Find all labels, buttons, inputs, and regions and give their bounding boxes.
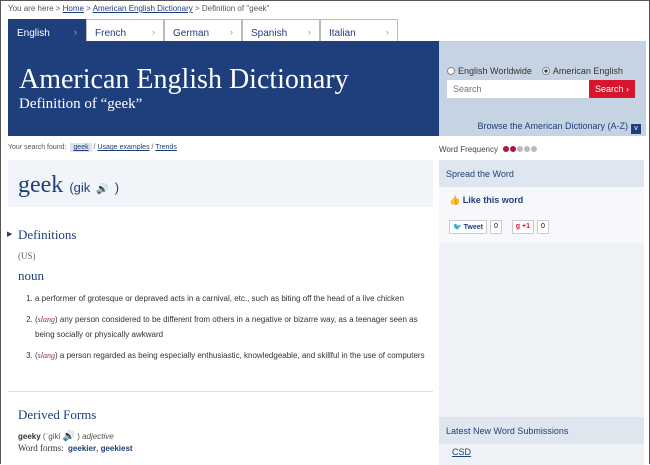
part-of-speech: noun	[18, 268, 44, 283]
browse-dictionary-link[interactable]: Browse the American Dictionary (A-Z) v	[477, 121, 641, 134]
breadcrumb-dictionary[interactable]: American English Dictionary	[93, 4, 193, 13]
header-banner: American English Dictionary Definition o…	[8, 41, 646, 136]
spread-heading: Spread the Word	[439, 160, 644, 187]
derived-forms-heading: Derived Forms	[18, 407, 97, 422]
divider	[8, 391, 433, 392]
chevron-right-icon: ›	[230, 27, 233, 37]
search-found: Your search found: geek / Usage examples…	[8, 143, 177, 152]
search-input[interactable]	[447, 80, 589, 98]
chevron-down-icon: v	[631, 124, 641, 134]
frequency-dot	[503, 146, 510, 152]
tab-french[interactable]: French ›	[86, 19, 164, 42]
like-button[interactable]: 👍 Like this word	[449, 195, 523, 206]
language-tabs: English › French › German › Spanish › Italia…	[8, 19, 398, 42]
sidebar: Spread the Word 👍 Like this word 🐦 Tweet…	[439, 160, 644, 465]
chevron-right-icon: ›	[308, 27, 311, 37]
chevron-right-icon: ›	[386, 27, 389, 37]
frequency-dot	[531, 146, 538, 152]
found-trends[interactable]: Trends	[155, 144, 177, 151]
radio-american-english[interactable]: American English	[541, 66, 623, 76]
definitions-heading: Definitions	[18, 227, 77, 242]
gplus-button[interactable]: g +1	[511, 220, 535, 234]
definition-item: (slang) a person regarded as being espec…	[35, 348, 433, 363]
speaker-icon[interactable]: 🔊	[96, 184, 108, 195]
breadcrumb: You are here > Home > American English D…	[8, 4, 270, 13]
headword-box: geek (gik 🔊 )	[8, 160, 433, 207]
found-geek[interactable]: geek	[70, 143, 92, 152]
headword: geek	[18, 172, 64, 198]
tab-italian[interactable]: Italian ›	[320, 19, 398, 42]
region-label: (US)	[18, 251, 36, 261]
derived-form: geeky (ˈgiki 🔊 ) adjective	[18, 431, 114, 442]
chevron-right-icon: ›	[152, 27, 155, 37]
tab-german[interactable]: German ›	[164, 19, 242, 42]
thumbs-up-icon: 👍	[449, 195, 461, 205]
page-subtitle: Definition of “geek”	[19, 96, 143, 112]
frequency-dot	[524, 146, 531, 152]
latest-heading: Latest New Word Submissions	[439, 417, 644, 444]
breadcrumb-home[interactable]: Home	[63, 4, 84, 13]
triangle-right-icon: ▶	[7, 231, 13, 238]
latest-item[interactable]: CSD	[452, 447, 471, 457]
search-button[interactable]: Search ›	[589, 80, 635, 98]
definition-item: a performer of grotesque or depraved act…	[35, 291, 433, 306]
radio-english-worldwide[interactable]: English Worldwide	[447, 66, 532, 76]
word-forms: Word forms: geekier, geekiest	[18, 443, 133, 453]
frequency-dot	[517, 146, 524, 152]
definition-item: (slang) any person considered to be diff…	[35, 312, 433, 342]
tweet-button[interactable]: 🐦 Tweet	[449, 220, 487, 234]
tweet-count: 0	[490, 220, 502, 234]
page-title: American English Dictionary	[19, 64, 349, 95]
speaker-icon[interactable]: 🔊	[63, 431, 75, 442]
found-usage-examples[interactable]: Usage examples	[97, 144, 149, 151]
definition-list: a performer of grotesque or depraved act…	[23, 291, 433, 369]
chevron-right-icon: ›	[74, 27, 77, 37]
gplus-count: 0	[537, 220, 549, 234]
search-panel: English Worldwide American English Search…	[439, 41, 646, 136]
word-frequency: Word Frequency	[439, 145, 538, 154]
tab-spanish[interactable]: Spanish ›	[242, 19, 320, 42]
frequency-dot	[510, 146, 517, 152]
tab-english[interactable]: English ›	[8, 19, 86, 42]
